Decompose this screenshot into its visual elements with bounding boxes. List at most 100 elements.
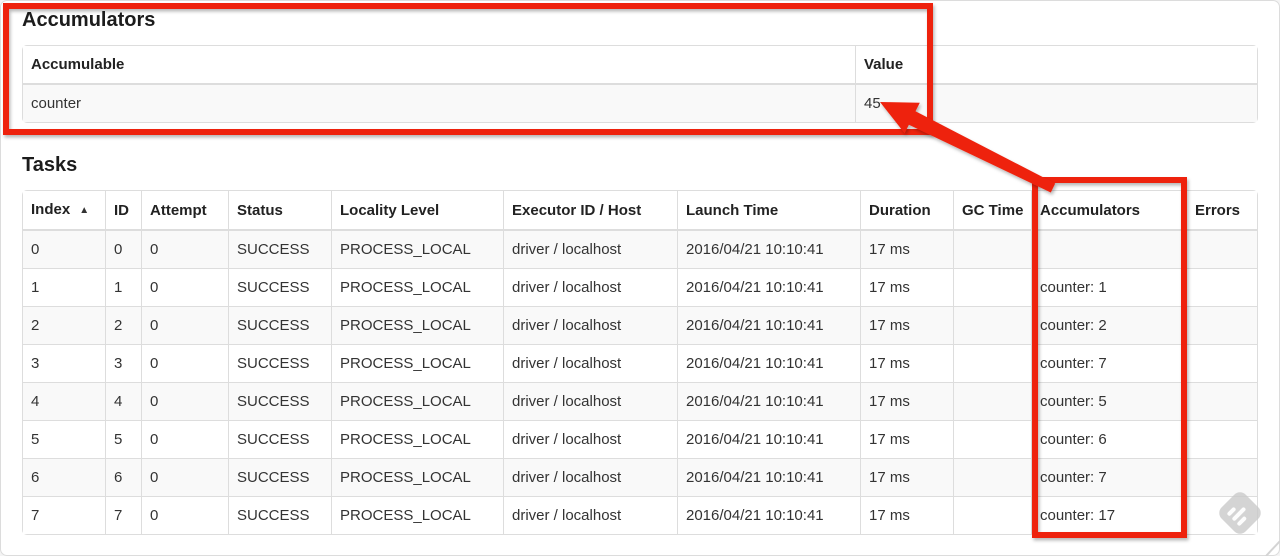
cell-attempt: 0	[141, 496, 229, 535]
column-header-id[interactable]: ID	[105, 190, 142, 231]
cell-index: 3	[22, 344, 106, 383]
column-header-errors[interactable]: Errors	[1186, 190, 1258, 231]
table-row: 2 2 0 SUCCESS PROCESS_LOCAL driver / localhos…	[22, 306, 1258, 345]
column-header-label: Accumulable	[31, 56, 125, 73]
cell-attempt: 0	[141, 306, 229, 345]
cell-id: 7	[105, 496, 142, 535]
cell-gc-time	[953, 382, 1032, 421]
tasks-table-wrap: Index ▲ ID Attempt Status Locality Level Execu…	[22, 190, 1258, 535]
column-header-accumulators[interactable]: Accumulators	[1031, 190, 1187, 231]
cell-executor-id-host: driver / localhost	[503, 306, 678, 345]
cell-duration: 17 ms	[860, 306, 954, 345]
cell-locality-level: PROCESS_LOCAL	[331, 420, 504, 459]
cell-attempt: 0	[141, 458, 229, 497]
cell-id: 5	[105, 420, 142, 459]
column-header-label: Status	[237, 201, 283, 219]
cell-attempt: 0	[141, 229, 229, 269]
cell-index: 4	[22, 382, 106, 421]
cell-launch-time: 2016/04/21 10:10:41	[677, 229, 861, 269]
cell-status: SUCCESS	[228, 496, 332, 535]
cell-gc-time	[953, 420, 1032, 459]
cell-id: 0	[105, 229, 142, 269]
cell-duration: 17 ms	[860, 458, 954, 497]
cell-duration: 17 ms	[860, 420, 954, 459]
cell-gc-time	[953, 458, 1032, 497]
cell-id: 3	[105, 344, 142, 383]
cell-launch-time: 2016/04/21 10:10:41	[677, 458, 861, 497]
cell-locality-level: PROCESS_LOCAL	[331, 229, 504, 269]
cell-accumulators: counter: 7	[1031, 344, 1187, 383]
column-header-label: Duration	[869, 201, 931, 219]
accumulators-section-title: Accumulators	[22, 9, 156, 31]
tasks-section-title: Tasks	[22, 154, 78, 176]
column-header-attempt[interactable]: Attempt	[141, 190, 229, 231]
column-header-label: Locality Level	[340, 201, 440, 219]
cell-index: 7	[22, 496, 106, 535]
column-header-label: ID	[114, 201, 129, 219]
table-row: 5 5 0 SUCCESS PROCESS_LOCAL driver / localhos…	[22, 420, 1258, 459]
cell-accumulators: counter: 5	[1031, 382, 1187, 421]
cell-executor-id-host: driver / localhost	[503, 382, 678, 421]
column-header-locality-level[interactable]: Locality Level	[331, 190, 504, 231]
cell-accumulators: counter: 2	[1031, 306, 1187, 345]
cell-id: 6	[105, 458, 142, 497]
header-row: Accumulable Value	[22, 45, 1258, 85]
cell-accumulators: counter: 1	[1031, 268, 1187, 307]
column-header-index[interactable]: Index ▲	[22, 190, 106, 231]
cell-locality-level: PROCESS_LOCAL	[331, 382, 504, 421]
cell-accumulable: counter	[22, 83, 856, 123]
accumulators-table: Accumulable Value counter 45	[22, 45, 1258, 123]
column-header-duration[interactable]: Duration	[860, 190, 954, 231]
column-header-executor-id-host[interactable]: Executor ID / Host	[503, 190, 678, 231]
column-header-gc-time[interactable]: GC Time	[953, 190, 1032, 231]
cell-index: 0	[22, 229, 106, 269]
cell-errors	[1186, 229, 1258, 269]
cell-gc-time	[953, 229, 1032, 269]
cell-executor-id-host: driver / localhost	[503, 496, 678, 535]
column-header-label: Index	[31, 201, 71, 218]
table-row: 1 1 0 SUCCESS PROCESS_LOCAL driver / localhos…	[22, 268, 1258, 307]
cell-launch-time: 2016/04/21 10:10:41	[677, 496, 861, 535]
cell-errors	[1186, 496, 1258, 535]
cell-launch-time: 2016/04/21 10:10:41	[677, 344, 861, 383]
table-row: 3 3 0 SUCCESS PROCESS_LOCAL driver / localhos…	[22, 344, 1258, 383]
cell-duration: 17 ms	[860, 268, 954, 307]
cell-errors	[1186, 268, 1258, 307]
column-header-label: Value	[864, 56, 904, 73]
cell-accumulators	[1031, 229, 1187, 269]
table-row: 0 0 0 SUCCESS PROCESS_LOCAL driver / localhos…	[22, 229, 1258, 269]
cell-errors	[1186, 420, 1258, 459]
cell-attempt: 0	[141, 344, 229, 383]
accumulators-table-wrap: Accumulable Value counter 45	[22, 45, 1258, 123]
cell-gc-time	[953, 268, 1032, 307]
cell-index: 2	[22, 306, 106, 345]
cell-accumulators: counter: 7	[1031, 458, 1187, 497]
cell-executor-id-host: driver / localhost	[503, 229, 678, 269]
cell-attempt: 0	[141, 420, 229, 459]
cell-status: SUCCESS	[228, 344, 332, 383]
cell-errors	[1186, 344, 1258, 383]
cell-launch-time: 2016/04/21 10:10:41	[677, 382, 861, 421]
cell-executor-id-host: driver / localhost	[503, 344, 678, 383]
cell-duration: 17 ms	[860, 344, 954, 383]
column-header-label: Launch Time	[686, 201, 779, 219]
table-row: 4 4 0 SUCCESS PROCESS_LOCAL driver / localhos…	[22, 382, 1258, 421]
cell-status: SUCCESS	[228, 382, 332, 421]
cell-executor-id-host: driver / localhost	[503, 268, 678, 307]
cell-duration: 17 ms	[860, 229, 954, 269]
cell-duration: 17 ms	[860, 382, 954, 421]
cell-attempt: 0	[141, 268, 229, 307]
table-row: 7 7 0 SUCCESS PROCESS_LOCAL driver / localhos…	[22, 496, 1258, 535]
page-content: Accumulators Accumulable Value counter 45 T…	[0, 0, 1280, 535]
header-row: Index ▲ ID Attempt Status Locality Level Execu…	[22, 190, 1258, 231]
column-header-status[interactable]: Status	[228, 190, 332, 231]
cell-index: 1	[22, 268, 106, 307]
column-header-launch-time[interactable]: Launch Time	[677, 190, 861, 231]
cell-locality-level: PROCESS_LOCAL	[331, 458, 504, 497]
cell-errors	[1186, 458, 1258, 497]
cell-gc-time	[953, 306, 1032, 345]
column-header-label: Attempt	[150, 201, 207, 219]
cell-accumulators: counter: 17	[1031, 496, 1187, 535]
cell-status: SUCCESS	[228, 420, 332, 459]
column-header-label: Errors	[1195, 201, 1241, 219]
